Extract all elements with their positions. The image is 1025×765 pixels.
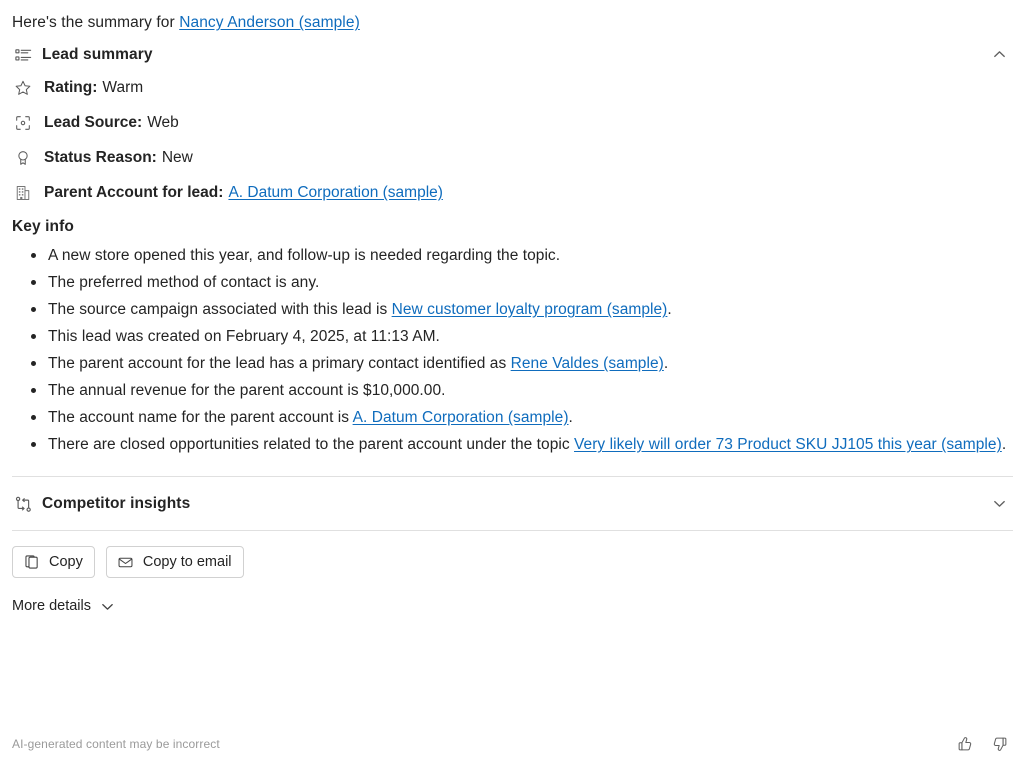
- more-details-toggle[interactable]: More details: [0, 598, 115, 614]
- chevron-down-icon: [100, 599, 115, 614]
- attribute-label: Lead Source:: [44, 114, 143, 131]
- key-info-text: The parent account for the lead has a pr…: [48, 355, 511, 372]
- copy-icon: [23, 553, 41, 571]
- chevron-down-icon[interactable]: [985, 490, 1013, 518]
- lead-record-link[interactable]: Nancy Anderson (sample): [179, 14, 360, 31]
- lead-summary-title: Lead summary: [42, 46, 153, 63]
- key-info-text: There are closed opportunities related t…: [48, 436, 575, 453]
- attribute-status-reason: Status Reason: New: [0, 145, 1025, 171]
- attribute-value: New: [161, 149, 193, 166]
- more-details-label: More details: [12, 598, 91, 614]
- key-info-item: The preferred method of contact is any.: [31, 269, 1011, 296]
- copy-to-email-button-label: Copy to email: [142, 554, 232, 570]
- key-info-list: A new store opened this year, and follow…: [0, 242, 1025, 458]
- key-info-item: The parent account for the lead has a pr…: [31, 350, 1011, 377]
- key-info-link[interactable]: Rene Valdes (sample): [511, 355, 664, 372]
- attribute-value: Web: [147, 114, 179, 131]
- attribute-parent-account: Parent Account for lead: A. Datum Corpor…: [0, 180, 1025, 206]
- lead-summary-card: Here's the summary for Nancy Anderson (s…: [0, 0, 1025, 765]
- key-info-item: There are closed opportunities related t…: [31, 431, 1011, 458]
- key-info-text: .: [663, 355, 669, 372]
- copy-button-label: Copy: [49, 554, 83, 570]
- key-info-title: Key info: [12, 218, 74, 235]
- key-info-text: .: [568, 409, 573, 426]
- key-info-text: .: [667, 301, 672, 318]
- thumbs-down-icon[interactable]: [987, 731, 1013, 757]
- thumbs-up-icon[interactable]: [952, 731, 978, 757]
- mail-icon: [117, 553, 135, 571]
- key-info-item: The source campaign associated with this…: [31, 296, 1011, 323]
- attribute-label: Parent Account for lead:: [44, 184, 224, 201]
- key-info-link[interactable]: Very likely will order 73 Product SKU JJ…: [574, 436, 1002, 453]
- key-info-item: A new store opened this year, and follow…: [31, 242, 1011, 269]
- key-info-text: A new store opened this year, and follow…: [48, 247, 561, 264]
- key-info-item: The annual revenue for the parent accoun…: [31, 377, 1011, 404]
- competitor-insights-header[interactable]: Competitor insights: [0, 477, 1025, 530]
- intro-prefix: Here's the summary for: [12, 14, 180, 31]
- key-info-text: The account name for the parent account …: [48, 409, 353, 426]
- ai-disclaimer: AI-generated content may be incorrect: [12, 737, 220, 751]
- key-info-text: .: [1001, 436, 1007, 453]
- key-info-item: This lead was created on February 4, 202…: [31, 323, 1011, 350]
- key-info-item: The account name for the parent account …: [31, 404, 1011, 431]
- attribute-lead-source: Lead Source: Web: [0, 110, 1025, 136]
- key-info-text: This lead was created on February 4, 202…: [48, 328, 440, 345]
- card-footer: AI-generated content may be incorrect: [0, 731, 1025, 757]
- key-info-text: The annual revenue for the parent accoun…: [48, 382, 446, 399]
- action-buttons: Copy Copy to email: [0, 531, 1025, 578]
- building-icon: [12, 182, 34, 204]
- feedback-controls: [952, 731, 1013, 757]
- copy-to-email-button[interactable]: Copy to email: [105, 546, 244, 578]
- attribute-label: Status Reason:: [44, 149, 157, 166]
- attribute-rating: Rating: Warm: [0, 75, 1025, 101]
- intro-line: Here's the summary for Nancy Anderson (s…: [0, 0, 1025, 33]
- copy-button[interactable]: Copy: [12, 546, 95, 578]
- target-icon: [12, 112, 34, 134]
- key-info-text: The source campaign associated with this…: [48, 301, 392, 318]
- key-info-link[interactable]: A. Datum Corporation (sample): [353, 409, 569, 426]
- parent-account-link[interactable]: A. Datum Corporation (sample): [228, 182, 443, 203]
- lead-summary-header[interactable]: Lead summary: [0, 33, 1025, 75]
- star-icon: [12, 77, 34, 99]
- chevron-up-icon[interactable]: [985, 40, 1013, 68]
- attribute-label: Rating:: [44, 79, 98, 96]
- summary-list-icon: [12, 44, 34, 66]
- key-info-link[interactable]: New customer loyalty program (sample): [392, 301, 668, 318]
- attribute-value: Warm: [102, 79, 144, 96]
- badge-icon: [12, 147, 34, 169]
- competitor-insights-title: Competitor insights: [42, 495, 191, 512]
- key-info-text: The preferred method of contact is any.: [48, 274, 320, 291]
- lead-attributes: Rating: Warm Lead Source: Web Status Rea…: [0, 75, 1025, 206]
- branch-flow-icon: [12, 493, 34, 515]
